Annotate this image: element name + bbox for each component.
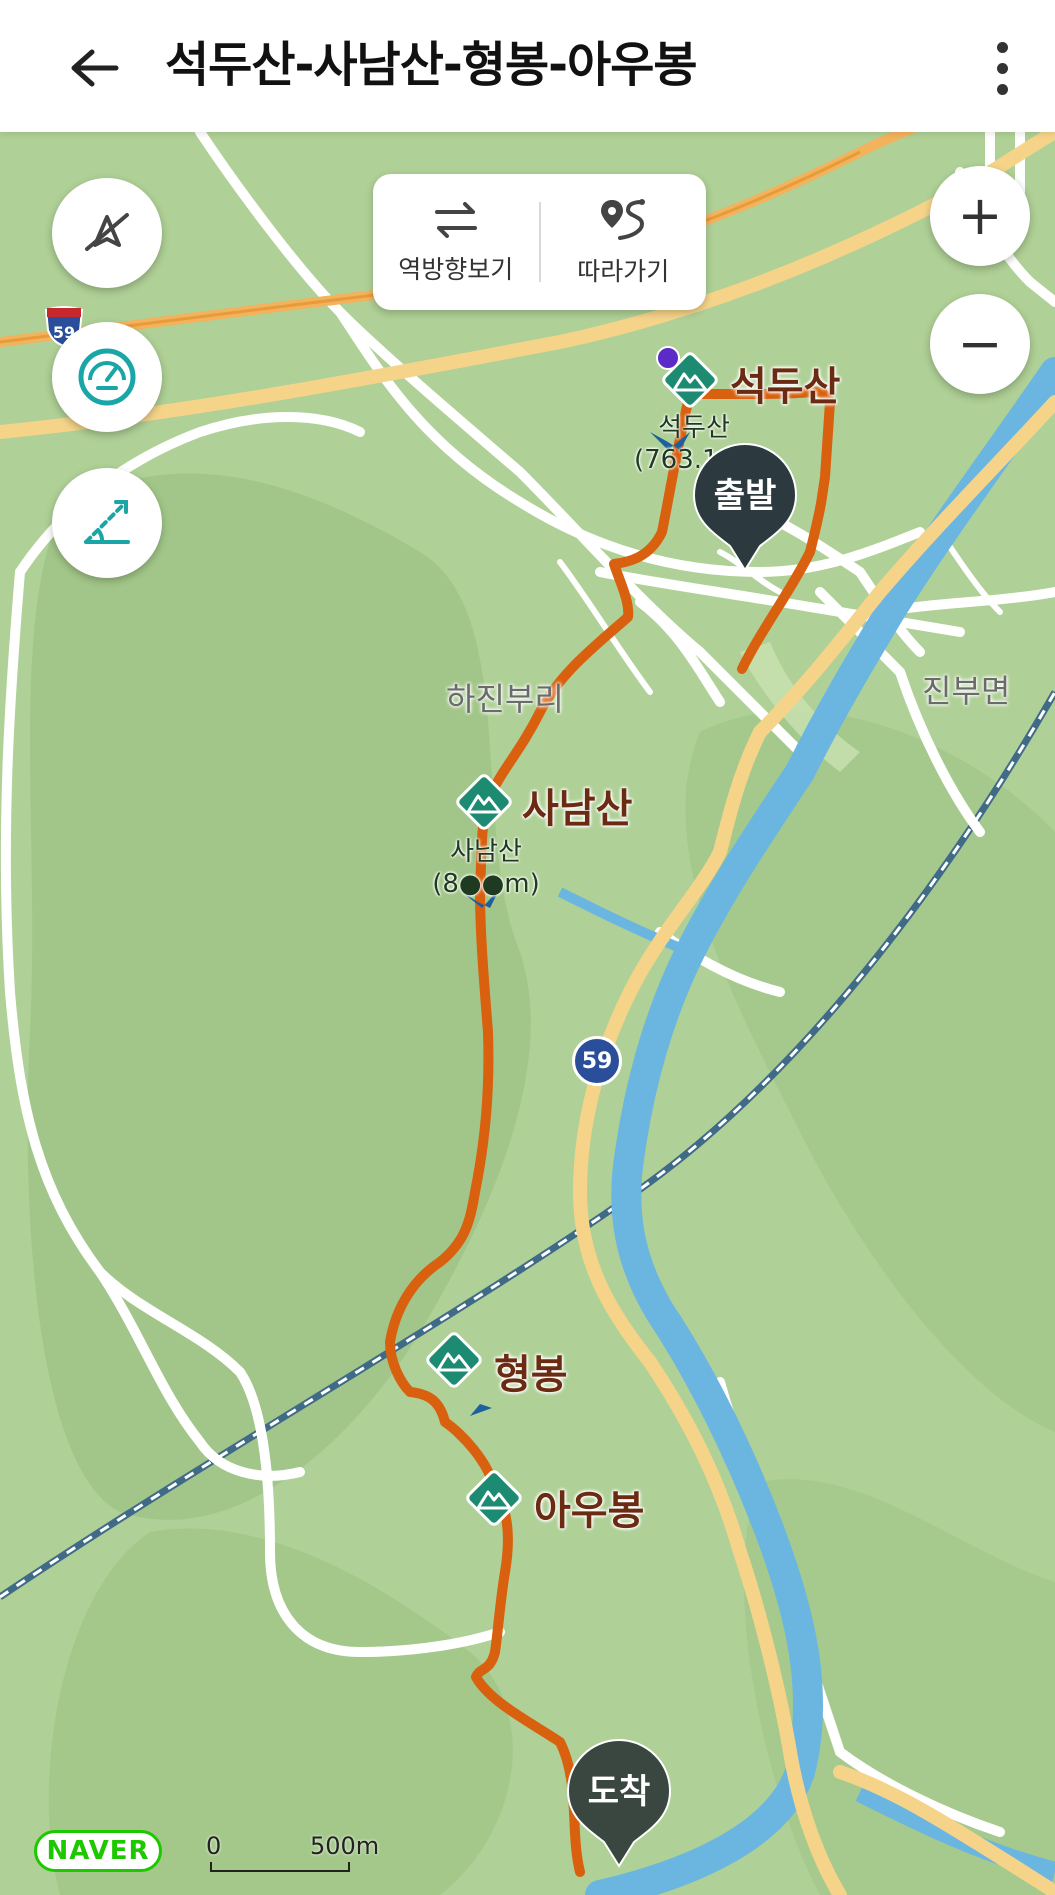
slope-icon xyxy=(84,500,130,544)
plus-icon: + xyxy=(957,184,1003,247)
location-indicator-icon xyxy=(656,346,680,370)
compass-button[interactable] xyxy=(52,178,162,288)
road-badge-number: 59 xyxy=(581,1048,613,1074)
start-marker[interactable]: 출발 xyxy=(690,440,800,576)
mountain-icon xyxy=(456,774,512,830)
mountain-icon xyxy=(426,1332,482,1388)
zoom-out-button[interactable]: − xyxy=(930,294,1030,394)
scale-distance: 500m xyxy=(310,1832,380,1860)
scale-bar xyxy=(210,1862,350,1872)
start-label: 출발 xyxy=(713,476,777,516)
map-scale: 0 500m xyxy=(206,1832,379,1872)
route-toolbar: 역방향보기 따라가기 xyxy=(373,174,706,310)
app-header: 석두산-사남산-형봉-아우봉 xyxy=(0,0,1055,132)
speed-button[interactable] xyxy=(52,322,162,432)
road-badge: 59 xyxy=(572,1036,622,1086)
peak-sub-sanamsan: 사남산 (8●●m) xyxy=(426,836,546,900)
reverse-direction-button[interactable]: 역방향보기 xyxy=(373,174,539,310)
arrow-left-icon xyxy=(71,49,119,87)
follow-route-label: 따라가기 xyxy=(577,257,670,286)
area-label-jinbumyeon: 진부면 xyxy=(922,672,1011,710)
more-vertical-icon xyxy=(996,41,1008,53)
minus-icon: − xyxy=(957,312,1003,375)
app-root: 석두산-사남산-형봉-아우봉 59 59 하진부리 진부면 석두산 석두산 (7… xyxy=(0,0,1055,1895)
compass-off-icon xyxy=(85,213,129,251)
peak-label-hyeongbong: 형봉 xyxy=(494,1352,568,1398)
follow-route-button[interactable]: 따라가기 xyxy=(541,174,707,310)
peak-label-seokdusan: 석두산 xyxy=(730,364,841,410)
speedometer-icon xyxy=(78,348,136,406)
end-marker[interactable]: 도착 xyxy=(564,1736,674,1872)
peak-label-sanamsan: 사남산 xyxy=(522,786,633,832)
page-title: 석두산-사남산-형봉-아우봉 xyxy=(165,37,698,93)
mountain-icon xyxy=(466,1470,522,1526)
elevation-button[interactable] xyxy=(52,468,162,578)
peak-label-aubong: 아우봉 xyxy=(534,1488,645,1534)
naver-logo: NAVER xyxy=(34,1830,162,1872)
route-follow-icon xyxy=(601,199,646,240)
peak-sub-name: 사남산 xyxy=(450,837,522,867)
scale-zero: 0 xyxy=(206,1832,222,1860)
back-button[interactable] xyxy=(62,36,126,100)
zoom-in-button[interactable]: + xyxy=(930,166,1030,266)
area-label-hajinburi: 하진부리 xyxy=(446,680,564,718)
more-options-button[interactable] xyxy=(975,36,1029,100)
peak-sub-elevation: (8●●m) xyxy=(432,869,540,899)
reverse-direction-label: 역방향보기 xyxy=(398,255,514,284)
swap-arrows-icon xyxy=(434,202,477,238)
end-label: 도착 xyxy=(587,1772,651,1812)
